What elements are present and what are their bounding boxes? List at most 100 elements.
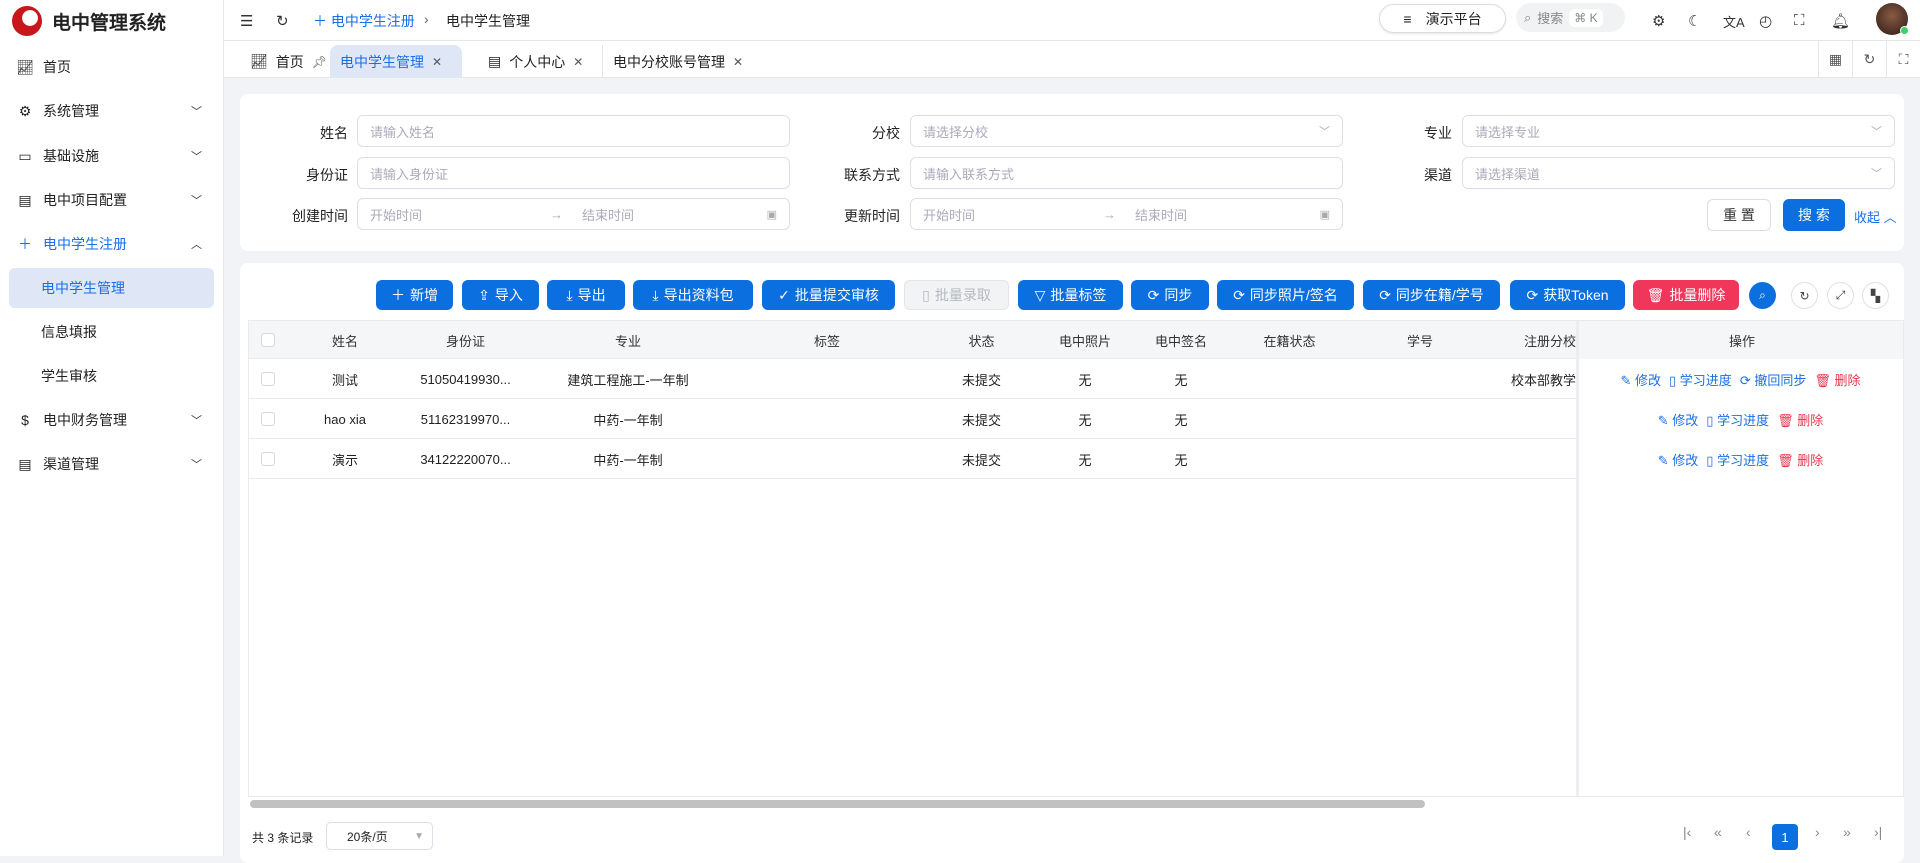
prev-page-icon[interactable]: ‹ — [1746, 824, 1751, 840]
next-page-icon[interactable]: › — [1815, 824, 1820, 840]
tab-home[interactable]: 📈︎ 首页 📌︎ — [240, 45, 337, 78]
column-header[interactable]: 状态 — [926, 321, 1037, 359]
table-row: hao xia 51162319970... 中药-一年制 未提交 无 无 ✎ 修改 ▯ 学习… — [249, 399, 1903, 439]
tab-branch-accounts[interactable]: 电中分校账号管理 ✕ — [602, 45, 753, 78]
row-checkbox[interactable] — [249, 439, 287, 479]
get-token-button[interactable]: ⟳ 获取Token — [1510, 280, 1625, 310]
sidebar-item-channel[interactable]: ▤ 渠道管理 ﹀ — [9, 444, 214, 484]
grid-icon[interactable]: ▦ — [1818, 41, 1852, 78]
settings-icon[interactable]: ⚙ — [1652, 12, 1665, 30]
cell-sno — [1350, 359, 1490, 399]
close-icon[interactable]: ✕ — [573, 55, 583, 69]
column-header[interactable]: 学号 — [1350, 321, 1490, 359]
column-header[interactable]: 注册分校 — [1490, 321, 1576, 359]
sidebar-item-student-register[interactable]: ＋ 电中学生注册 ︿ — [9, 224, 214, 264]
toggle-search-button[interactable]: ⌕ — [1749, 282, 1776, 309]
maximize-icon[interactable]: ⛶ — [1886, 41, 1920, 78]
sidebar-item-project-config[interactable]: ▤ 电中项目配置 ﹀ — [9, 180, 214, 220]
action-book-link[interactable]: ▯ 学习进度 — [1706, 450, 1769, 469]
batch-submit-review-button[interactable]: ✓ 批量提交审核 — [762, 280, 895, 310]
column-header[interactable]: 身份证 — [403, 321, 528, 359]
expand-icon: ⤢ — [1835, 288, 1846, 302]
sidebar-item-student-review[interactable]: 学生审核 — [9, 356, 214, 396]
action-trash-link[interactable]: 🗑︎ 删除 — [1777, 450, 1823, 469]
sidebar-item-finance[interactable]: $ 电中财务管理 ﹀ — [9, 400, 214, 440]
refresh-icon[interactable]: ↻ — [276, 12, 289, 30]
idcard-input[interactable]: 请输入身份证 — [357, 157, 790, 189]
refresh-icon[interactable]: ↻ — [1852, 41, 1886, 78]
branch-select[interactable]: 请选择分校 ﹀ — [910, 115, 1343, 147]
sidebar-item-info-fill[interactable]: 信息填报 — [9, 312, 214, 352]
action-edit-link[interactable]: ✎ 修改 — [1620, 370, 1661, 389]
global-search[interactable]: ⌕ 搜索 ⌘ K — [1516, 3, 1625, 32]
action-book-link[interactable]: ▯ 学习进度 — [1706, 410, 1769, 429]
add-button[interactable]: ＋ 新增 — [376, 280, 453, 310]
column-header[interactable]: 电中签名 — [1133, 321, 1229, 359]
column-header[interactable]: 姓名 — [287, 321, 403, 359]
page-1-button[interactable]: 1 — [1772, 824, 1798, 850]
select-all-checkbox[interactable] — [249, 321, 287, 359]
batch-delete-button[interactable]: 🗑︎ 批量删除 — [1633, 280, 1739, 310]
action-trash-link[interactable]: 🗑︎ 删除 — [1777, 410, 1823, 429]
label: 同步 — [1164, 287, 1193, 303]
avatar[interactable] — [1876, 3, 1909, 35]
batch-tag-button[interactable]: ▽ 批量标签 — [1018, 280, 1123, 310]
column-header[interactable]: 在籍状态 — [1229, 321, 1350, 359]
sync-enroll-sno-button[interactable]: ⟳ 同步在籍/学号 — [1363, 280, 1500, 310]
next-group-icon[interactable]: » — [1843, 824, 1851, 840]
collapse-button[interactable]: 收起 ︿ — [1854, 207, 1897, 226]
column-settings-button[interactable]: ▚ — [1862, 282, 1889, 309]
upload-icon: ⇪ — [478, 286, 490, 303]
refresh-table-button[interactable]: ↻ — [1791, 282, 1818, 309]
channel-select[interactable]: 请选择渠道 ﹀ — [1462, 157, 1895, 189]
fullscreen-icon[interactable]: ⛶ — [1794, 12, 1805, 29]
bell-icon[interactable]: 🔔︎ — [1831, 12, 1850, 30]
action-edit-link[interactable]: ✎ 修改 — [1658, 410, 1699, 429]
sidebar-item-home[interactable]: 📈︎ 首页 — [9, 47, 214, 87]
moon-icon[interactable]: ☾ — [1688, 12, 1701, 30]
reset-button[interactable]: 重 置 — [1707, 199, 1771, 231]
export-package-button[interactable]: ⤓ 导出资料包 — [633, 280, 753, 310]
column-header[interactable]: 标签 — [728, 321, 926, 359]
menu-toggle-icon[interactable]: ☰ — [240, 12, 253, 30]
tab-profile[interactable]: ▤ 个人中心 ✕ — [478, 45, 593, 78]
action-sync-link[interactable]: ⟳ 撤回同步 — [1740, 370, 1807, 389]
first-page-icon[interactable]: |‹ — [1683, 824, 1691, 840]
major-select[interactable]: 请选择专业 ﹀ — [1462, 115, 1895, 147]
fullscreen-table-button[interactable]: ⤢ — [1827, 282, 1854, 309]
column-header[interactable]: 专业 — [528, 321, 728, 359]
updated-range[interactable]: 开始时间 → 结束时间 ▣ — [910, 198, 1343, 230]
close-icon[interactable]: ✕ — [432, 55, 442, 69]
row-checkbox[interactable] — [249, 399, 287, 439]
breadcrumb-item[interactable]: ＋ 电中学生注册 — [313, 11, 415, 31]
page-size-select[interactable]: 20条/页 ▼ — [326, 822, 433, 850]
sync-button[interactable]: ⟳ 同步 — [1131, 280, 1209, 310]
sidebar-item-system[interactable]: ⚙ 系统管理 ﹀ — [9, 91, 214, 131]
column-header[interactable]: 电中照片 — [1037, 321, 1133, 359]
action-edit-link[interactable]: ✎ 修改 — [1658, 450, 1699, 469]
sidebar-item-student-manage[interactable]: 电中学生管理 — [9, 268, 214, 308]
horizontal-scrollbar[interactable] — [250, 800, 1425, 808]
created-range[interactable]: 开始时间 → 结束时间 ▣ — [357, 198, 790, 230]
close-icon[interactable]: ✕ — [733, 55, 743, 69]
translate-icon[interactable]: 文A — [1723, 12, 1745, 31]
export-button[interactable]: ⤓ 导出 — [547, 280, 625, 310]
sync-photo-sign-button[interactable]: ⟳ 同步照片/签名 — [1217, 280, 1354, 310]
row-checkbox[interactable] — [249, 359, 287, 399]
contact-input[interactable]: 请输入联系方式 — [910, 157, 1343, 189]
name-input[interactable]: 请输入姓名 — [357, 115, 790, 147]
action-trash-link[interactable]: 🗑︎ 删除 — [1814, 370, 1860, 389]
pin-icon[interactable]: 📌︎ — [312, 55, 327, 69]
prev-group-icon[interactable]: « — [1714, 824, 1722, 840]
cell-sign: 无 — [1174, 372, 1188, 388]
timezone-icon[interactable]: ◴ — [1759, 12, 1772, 30]
tab-student-manage[interactable]: 电中学生管理 ✕ — [330, 45, 462, 78]
action-book-link[interactable]: ▯ 学习进度 — [1669, 370, 1732, 389]
platform-switch-button[interactable]: ≡ 演示平台 — [1379, 4, 1506, 33]
search-button[interactable]: 搜 索 — [1783, 199, 1845, 231]
column-header: 操作 — [1576, 321, 1903, 359]
last-page-icon[interactable]: ›| — [1874, 824, 1882, 840]
cell-branch — [1490, 439, 1576, 479]
import-button[interactable]: ⇪ 导入 — [462, 280, 539, 310]
sidebar-item-infra[interactable]: ▭ 基础设施 ﹀ — [9, 136, 214, 176]
